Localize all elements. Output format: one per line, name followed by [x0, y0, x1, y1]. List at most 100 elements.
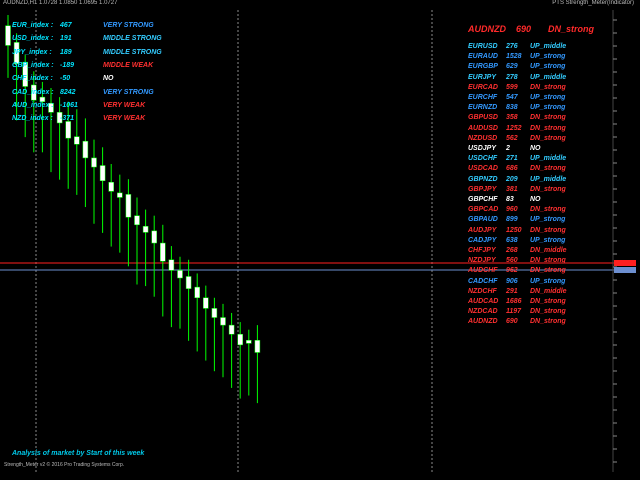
price-tag-blue: [614, 267, 636, 273]
index-status: NO: [103, 75, 114, 83]
pair-value: 599: [506, 83, 518, 91]
pair-value: 358: [506, 114, 518, 122]
pair-symbol: NZDJPY: [468, 257, 496, 265]
pair-value: 547: [506, 94, 518, 101]
currency-index-row: EUR_index : 467 VERY STRONG: [12, 22, 172, 35]
candle-body: [177, 270, 183, 279]
pair-value: 899: [506, 216, 518, 224]
index-name: CAD_index :: [12, 88, 54, 96]
candle-body: [125, 194, 132, 218]
pair-signal: DN_strong: [530, 185, 566, 193]
candle-body: [160, 242, 166, 262]
price-tag-red: [614, 260, 636, 266]
pair-symbol: USDJPY: [468, 145, 497, 152]
candle-body: [108, 181, 114, 192]
pair-value: 690: [506, 318, 518, 326]
candle-body: [168, 259, 175, 271]
pair-symbol: GBPAUD: [468, 216, 498, 224]
pair-value: 1197: [506, 308, 522, 316]
candle-body: [74, 136, 80, 145]
candle-body: [82, 140, 89, 159]
pair-symbol: AUDUSD: [468, 124, 498, 132]
index-status: MIDDLE STRONG: [103, 48, 162, 56]
pair-value: 562: [506, 134, 518, 142]
copyright-text: Strength_Meter v2 © 2016 Pro Trading Sys…: [4, 462, 125, 468]
analysis-caption: Analysis of market by Start of this week: [12, 450, 145, 457]
pair-signal: DN_strong: [530, 257, 566, 265]
index-status: VERY WEAK: [103, 101, 146, 109]
candle-body: [203, 297, 209, 309]
currency-index-row: GBP_index : -189 MIDDLE WEAK: [12, 62, 172, 75]
pair-symbol: EURCHF: [468, 94, 498, 101]
currency-index-row: JPY_index : 189 MIDDLE STRONG: [12, 49, 172, 62]
pair-value: 291: [506, 287, 518, 295]
candle-body: [134, 215, 140, 226]
pair-symbol: USDCHF: [468, 155, 498, 163]
index-value: 189: [60, 48, 72, 56]
pair-signal: DN_strong: [530, 83, 566, 91]
candle-body: [151, 230, 157, 244]
pair-symbol: GBPNZD: [468, 175, 498, 183]
index-value: -371: [60, 115, 75, 123]
pair-value: 268: [506, 247, 518, 254]
candle-body: [91, 157, 97, 168]
pair-signal: UP_middle: [530, 175, 567, 183]
pair-signal: DN_strong: [530, 134, 566, 142]
pair-symbol: EURCAD: [468, 83, 498, 91]
pair-symbol: CHFJPY: [468, 247, 496, 254]
pair-row: AUDNZD 690 DN_strong: [468, 318, 618, 330]
pair-value: 1686: [506, 298, 522, 305]
index-name: EUR_index :: [12, 22, 54, 29]
candle-body: [5, 25, 11, 46]
pair-value: 278: [506, 73, 518, 81]
pair-signal: DN_strong: [530, 206, 566, 214]
index-status: VERY STRONG: [103, 88, 154, 96]
pair-signal: DN_middle: [530, 247, 567, 254]
pair-signal: UP_middle: [530, 155, 567, 163]
index-name: AUD_index :: [12, 101, 54, 109]
pair-value: 1252: [506, 124, 522, 132]
pair-symbol: EURUSD: [468, 43, 498, 50]
pair-symbol: EURNZD: [468, 104, 498, 112]
index-status: MIDDLE WEAK: [103, 61, 154, 69]
pair-signal: NO: [530, 145, 541, 152]
pair-symbol: NZDCAD: [468, 308, 498, 316]
pair-value: 381: [506, 185, 518, 193]
pair-symbol: GBPCHF: [468, 196, 498, 203]
pair-signal: UP_strong: [530, 277, 566, 285]
candle-body: [237, 333, 243, 346]
pair-signal: UP_strong: [530, 236, 566, 244]
pair-signal: DN_middle: [530, 287, 567, 295]
index-status: VERY WEAK: [103, 115, 146, 123]
pair-signal: DN_strong: [530, 318, 566, 326]
pair-symbol: CADCHF: [468, 277, 498, 285]
pair-value: 276: [506, 43, 518, 50]
current-pair-value: 690: [516, 24, 532, 34]
pair-symbol: GBPJPY: [468, 185, 497, 193]
pair-value: 629: [506, 63, 518, 71]
pair-value: 83: [506, 196, 514, 203]
currency-index-row: AUD_index : -1061 VERY WEAK: [12, 102, 172, 115]
indicator-title: PTS Strength_Meter(Indicator): [552, 0, 634, 6]
candle-body: [254, 340, 261, 353]
pair-value: 838: [506, 104, 518, 112]
pair-signal: UP_strong: [530, 53, 566, 61]
index-value: 467: [60, 22, 72, 29]
index-status: MIDDLE STRONG: [103, 35, 162, 43]
pair-symbol: AUDCHF: [468, 267, 498, 275]
pair-value: 962: [506, 267, 518, 275]
index-name: GBP_index :: [12, 61, 54, 69]
currency-index-row: CHF_index : -50 NO: [12, 75, 172, 88]
pair-value: 686: [506, 165, 518, 173]
title-bar: AUDNZD,H1 1.0728 1.0850 1.0695 1.0727 PT…: [0, 0, 640, 9]
index-value: 8242: [60, 88, 76, 96]
currency-index-row: NZD_index : -371 VERY WEAK: [12, 115, 172, 128]
pair-signal: UP_strong: [530, 94, 566, 101]
pair-signal: DN_strong: [530, 226, 566, 234]
pair-value: 638: [506, 236, 518, 244]
pair-value: 209: [506, 175, 518, 183]
index-name: NZD_index :: [12, 115, 53, 123]
pair-symbol: AUDNZD: [468, 318, 498, 326]
chart-title: AUDNZD,H1 1.0728 1.0850 1.0695 1.0727: [3, 0, 118, 6]
pair-value: 960: [506, 206, 518, 214]
